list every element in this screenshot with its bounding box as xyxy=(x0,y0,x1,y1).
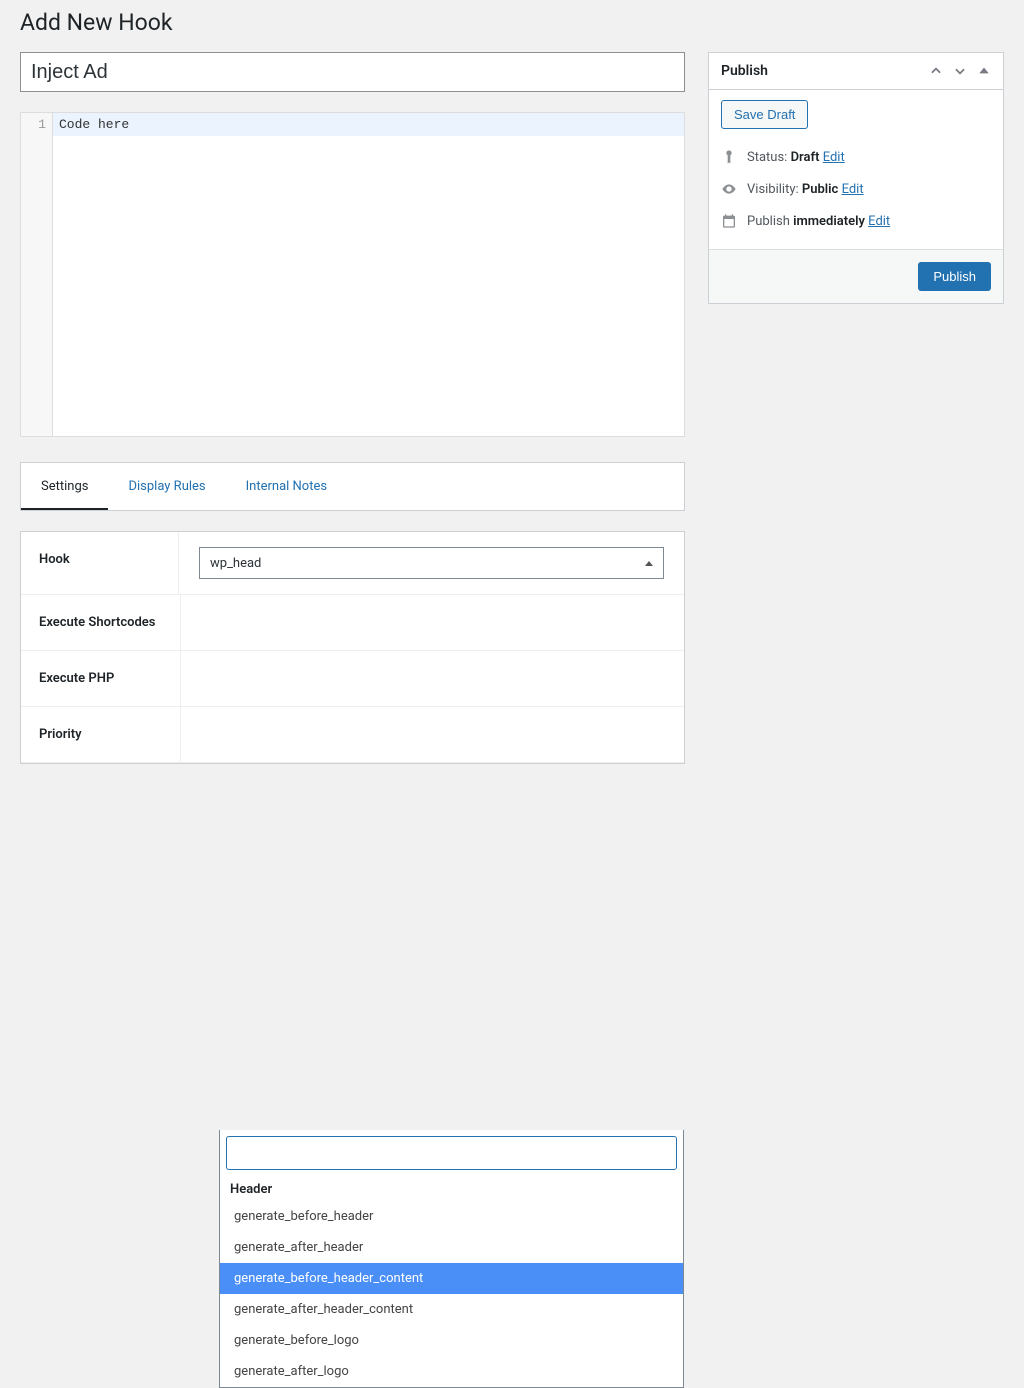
page-title: Add New Hook xyxy=(20,0,1004,40)
dropdown-list[interactable]: Header generate_before_header generate_a… xyxy=(220,1176,683,1387)
chevron-down-icon[interactable] xyxy=(953,64,967,78)
eye-icon xyxy=(721,181,737,197)
code-editor[interactable]: 1 Code here xyxy=(20,112,685,437)
priority-label: Priority xyxy=(21,707,181,762)
publish-box: Publish Save Draft Status: Draft xyxy=(708,52,1004,304)
settings-panel: Hook wp_head Execute Shortcodes Execute … xyxy=(20,531,685,764)
code-line[interactable]: Code here xyxy=(53,113,684,136)
tab-internal-notes[interactable]: Internal Notes xyxy=(226,463,347,510)
chevron-up-icon[interactable] xyxy=(929,64,943,78)
hook-select-value: wp_head xyxy=(210,556,261,571)
key-icon xyxy=(721,149,737,165)
status-text: Status: Draft Edit xyxy=(747,150,845,165)
publish-button[interactable]: Publish xyxy=(918,262,991,291)
execute-php-label: Execute PHP xyxy=(21,651,181,706)
hook-dropdown: Header generate_before_header generate_a… xyxy=(219,1130,684,1388)
execute-shortcodes-label: Execute Shortcodes xyxy=(21,595,181,650)
dropdown-item[interactable]: generate_before_header xyxy=(220,1201,683,1232)
dropdown-item[interactable]: generate_before_logo xyxy=(220,1325,683,1356)
title-input[interactable] xyxy=(20,52,685,92)
caret-up-icon[interactable] xyxy=(977,64,991,78)
line-number: 1 xyxy=(21,117,46,132)
tab-settings[interactable]: Settings xyxy=(21,463,108,510)
dropdown-item[interactable]: generate_after_logo xyxy=(220,1356,683,1387)
calendar-icon xyxy=(721,213,737,229)
dropdown-search-input[interactable] xyxy=(226,1136,677,1170)
dropdown-item[interactable]: generate_before_header_content xyxy=(220,1263,683,1294)
hook-select[interactable]: wp_head xyxy=(199,547,664,579)
save-draft-button[interactable]: Save Draft xyxy=(721,100,808,129)
chevron-up-icon xyxy=(645,561,653,566)
dropdown-item[interactable]: generate_after_header_content xyxy=(220,1294,683,1325)
dropdown-item[interactable]: generate_after_header xyxy=(220,1232,683,1263)
publish-box-title: Publish xyxy=(721,63,768,79)
tab-display-rules[interactable]: Display Rules xyxy=(108,463,225,510)
dropdown-group-header: Header xyxy=(220,1176,683,1201)
visibility-text: Visibility: Public Edit xyxy=(747,182,864,197)
edit-publish-time-link[interactable]: Edit xyxy=(868,214,890,229)
edit-status-link[interactable]: Edit xyxy=(823,150,845,165)
edit-visibility-link[interactable]: Edit xyxy=(842,182,864,197)
hook-label: Hook xyxy=(21,532,179,594)
publish-time-text: Publish immediately Edit xyxy=(747,214,890,229)
tabs-panel: Settings Display Rules Internal Notes xyxy=(20,462,685,511)
code-gutter: 1 xyxy=(21,113,53,436)
